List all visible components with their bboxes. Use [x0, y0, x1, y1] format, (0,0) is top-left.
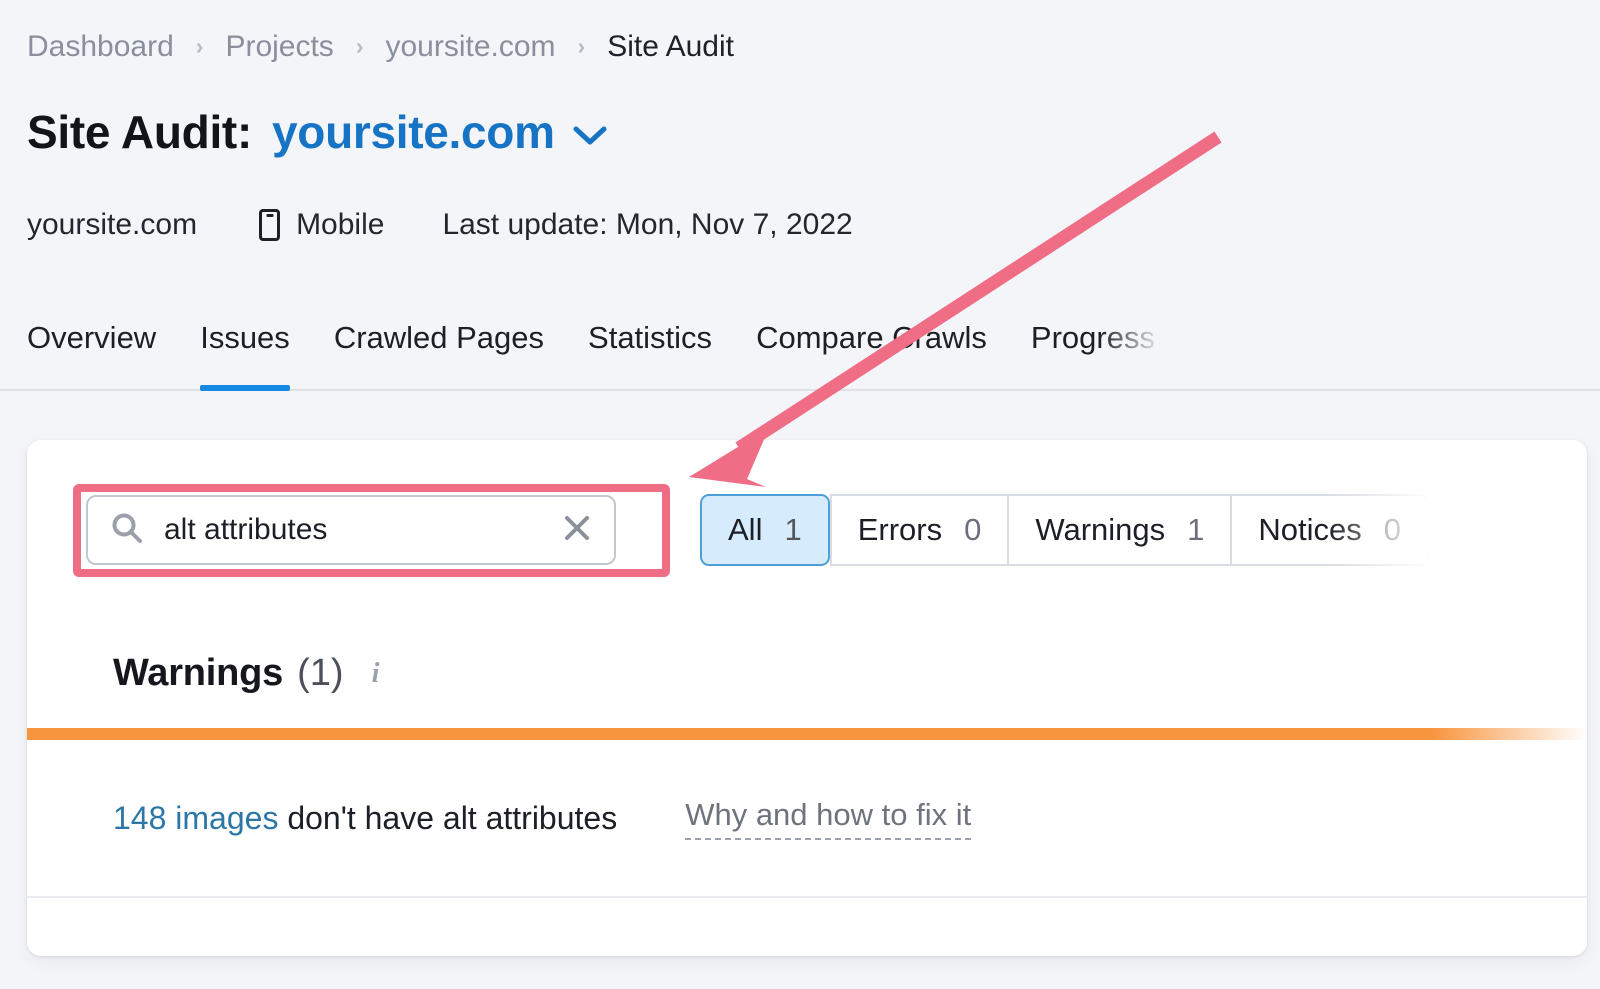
search-input-value[interactable]: alt attributes	[164, 513, 562, 547]
issue-description: 148 images don't have alt attributes	[113, 800, 617, 837]
tab-label: Progress	[1030, 320, 1155, 355]
tab-label: Issues	[200, 320, 290, 355]
issues-card: alt attributes All 1 Errors 0 Warnings 1	[27, 440, 1587, 956]
tab-bar: Overview Issues Crawled Pages Statistics…	[0, 312, 1600, 391]
table-row: 148 images don't have alt attributes Why…	[27, 740, 1587, 898]
mobile-phone-icon	[259, 209, 281, 241]
filter-label: Warnings	[1035, 512, 1166, 547]
filter-label: Errors	[857, 512, 943, 547]
tab-statistics[interactable]: Statistics	[588, 312, 712, 389]
warnings-section-header: Warnings (1) i	[113, 652, 379, 695]
breadcrumb-item-site-audit[interactable]: Site Audit	[607, 27, 734, 67]
filter-all-button[interactable]: All 1	[700, 494, 830, 566]
search-input[interactable]: alt attributes	[86, 495, 616, 565]
chevron-down-icon[interactable]	[573, 125, 607, 152]
tab-crawled-pages[interactable]: Crawled Pages	[334, 312, 544, 389]
tab-progress[interactable]: Progress	[1031, 312, 1155, 389]
tab-label: Compare Crawls	[756, 320, 987, 355]
meta-device: Mobile	[259, 208, 384, 242]
filter-warnings-button[interactable]: Warnings 1	[1007, 494, 1231, 566]
page-title-prefix: Site Audit:	[27, 106, 252, 158]
filter-notices-button[interactable]: Notices 0	[1230, 494, 1430, 566]
tab-label: Statistics	[588, 320, 713, 355]
breadcrumb: Dashboard › Projects › yoursite.com › Si…	[27, 27, 734, 67]
tab-overview[interactable]: Overview	[27, 312, 156, 389]
meta-last-update: Last update: Mon, Nov 7, 2022	[442, 208, 853, 241]
filter-label: Notices	[1258, 512, 1362, 547]
filter-count: 0	[964, 512, 982, 547]
breadcrumb-separator-icon: ›	[195, 33, 204, 59]
project-meta-row: yoursite.com Mobile Last update: Mon, No…	[27, 208, 853, 242]
tab-issues[interactable]: Issues	[200, 312, 290, 391]
tab-label: Crawled Pages	[333, 320, 545, 355]
breadcrumb-separator-icon: ›	[355, 33, 364, 59]
close-icon[interactable]	[562, 513, 592, 548]
issue-count-link[interactable]: 148 images	[113, 800, 278, 836]
meta-domain: yoursite.com	[27, 208, 198, 241]
issues-toolbar: alt attributes All 1 Errors 0 Warnings 1	[27, 440, 1587, 620]
search-icon	[110, 511, 144, 550]
filter-count: 0	[1383, 512, 1402, 547]
breadcrumb-item-projects[interactable]: Projects	[225, 27, 333, 67]
filter-count: 1	[784, 512, 802, 547]
page-title: Site Audit: yoursite.com	[27, 105, 607, 159]
filter-errors-button[interactable]: Errors 0	[829, 494, 1008, 566]
project-domain-link[interactable]: yoursite.com	[272, 105, 555, 159]
filter-count: 1	[1187, 512, 1205, 547]
section-title: Warnings	[113, 652, 284, 694]
warning-severity-bar	[27, 728, 1587, 740]
filter-label: All	[728, 512, 763, 547]
breadcrumb-item-dashboard[interactable]: Dashboard	[27, 27, 174, 67]
section-count: (1)	[297, 652, 344, 694]
breadcrumb-separator-icon: ›	[577, 33, 586, 59]
issue-type-filter-group: All 1 Errors 0 Warnings 1 Notices 0	[700, 494, 1430, 566]
breadcrumb-item-yoursite[interactable]: yoursite.com	[385, 27, 555, 67]
why-and-how-to-fix-link[interactable]: Why and how to fix it	[685, 797, 972, 840]
meta-device-label: Mobile	[296, 208, 385, 241]
tab-label: Overview	[27, 320, 157, 355]
issue-description-text: don't have alt attributes	[278, 799, 618, 836]
info-icon[interactable]: i	[372, 658, 380, 690]
tab-compare-crawls[interactable]: Compare Crawls	[756, 312, 987, 389]
